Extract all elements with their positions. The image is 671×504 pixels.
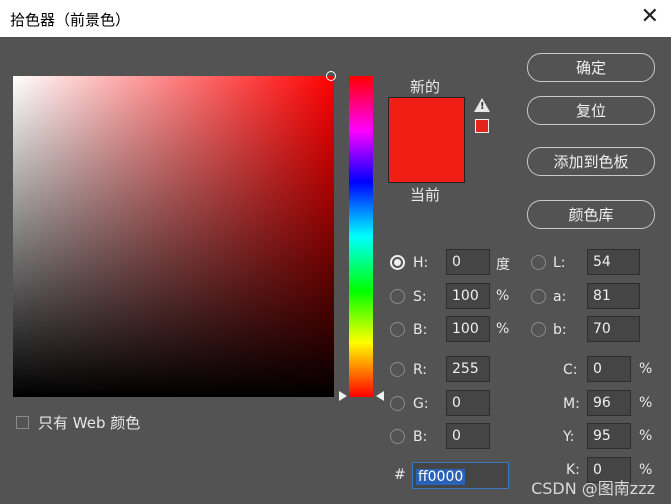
dialog-title: 拾色器（前景色）: [10, 11, 131, 29]
yellow-label: Y:: [563, 429, 575, 445]
radio-red[interactable]: [390, 362, 405, 377]
hex-input[interactable]: ff0000: [412, 462, 509, 489]
hue-unit: 度: [496, 257, 510, 273]
ok-button[interactable]: 确定: [527, 53, 655, 82]
blue-input[interactable]: 0: [446, 423, 490, 449]
green-label: G:: [413, 396, 429, 412]
lab-a-input[interactable]: 81: [587, 283, 640, 309]
radio-lab-l[interactable]: [531, 255, 546, 270]
lab-b-label: b:: [553, 322, 567, 338]
brightness-input[interactable]: 100: [446, 316, 490, 342]
new-color-swatch: [388, 97, 465, 139]
radio-green[interactable]: [390, 396, 405, 411]
yellow-input[interactable]: 95: [587, 423, 631, 449]
add-to-swatches-button[interactable]: 添加到色板: [527, 147, 655, 176]
web-colors-only-label: 只有 Web 颜色: [38, 414, 141, 432]
cyan-input[interactable]: 0: [587, 356, 631, 382]
radio-lab-b[interactable]: [531, 322, 546, 337]
gamut-color-swatch[interactable]: [475, 119, 489, 133]
radio-saturation[interactable]: [390, 289, 405, 304]
green-input[interactable]: 0: [446, 390, 490, 416]
radio-lab-a[interactable]: [531, 289, 546, 304]
color-field-handle[interactable]: [326, 71, 336, 81]
color-libraries-button[interactable]: 颜色库: [527, 200, 655, 229]
radio-blue[interactable]: [390, 429, 405, 444]
reset-button[interactable]: 复位: [527, 96, 655, 125]
red-label: R:: [413, 362, 428, 378]
lab-l-input[interactable]: 54: [587, 249, 640, 275]
title-bar: 拾色器（前景色） ✕: [0, 0, 671, 37]
hex-label: #: [394, 467, 406, 483]
new-color-label: 新的: [410, 78, 441, 96]
blue-label: B:: [413, 429, 428, 445]
radio-brightness[interactable]: [390, 322, 405, 337]
lab-b-input[interactable]: 70: [587, 316, 640, 342]
current-color-swatch[interactable]: [388, 139, 465, 183]
yellow-unit: %: [639, 428, 653, 444]
hue-input[interactable]: 0: [446, 249, 490, 275]
close-icon[interactable]: ✕: [641, 4, 659, 29]
hex-value: ff0000: [416, 469, 466, 485]
saturation-label: S:: [413, 289, 427, 305]
hue-slider[interactable]: [349, 76, 373, 397]
magenta-unit: %: [639, 395, 653, 411]
watermark: CSDN @图南zzz: [531, 479, 655, 498]
brightness-unit: %: [496, 321, 510, 337]
web-colors-only-checkbox[interactable]: [16, 416, 29, 429]
lab-l-label: L:: [553, 255, 566, 271]
saturation-brightness-field[interactable]: [13, 76, 334, 397]
hue-slider-right-arrow-icon[interactable]: [376, 391, 384, 401]
red-input[interactable]: 255: [446, 356, 490, 382]
saturation-unit: %: [496, 288, 510, 304]
radio-hue[interactable]: [390, 255, 405, 270]
warning-mark-icon: !: [480, 101, 485, 112]
brightness-label: B:: [413, 322, 428, 338]
magenta-label: M:: [563, 396, 580, 412]
saturation-input[interactable]: 100: [446, 283, 490, 309]
hue-slider-left-arrow-icon[interactable]: [339, 391, 347, 401]
hue-label: H:: [413, 255, 429, 271]
current-color-label: 当前: [410, 186, 441, 204]
lab-a-label: a:: [553, 289, 567, 305]
magenta-input[interactable]: 96: [587, 390, 631, 416]
cyan-label: C:: [563, 362, 578, 378]
cyan-unit: %: [639, 361, 653, 377]
